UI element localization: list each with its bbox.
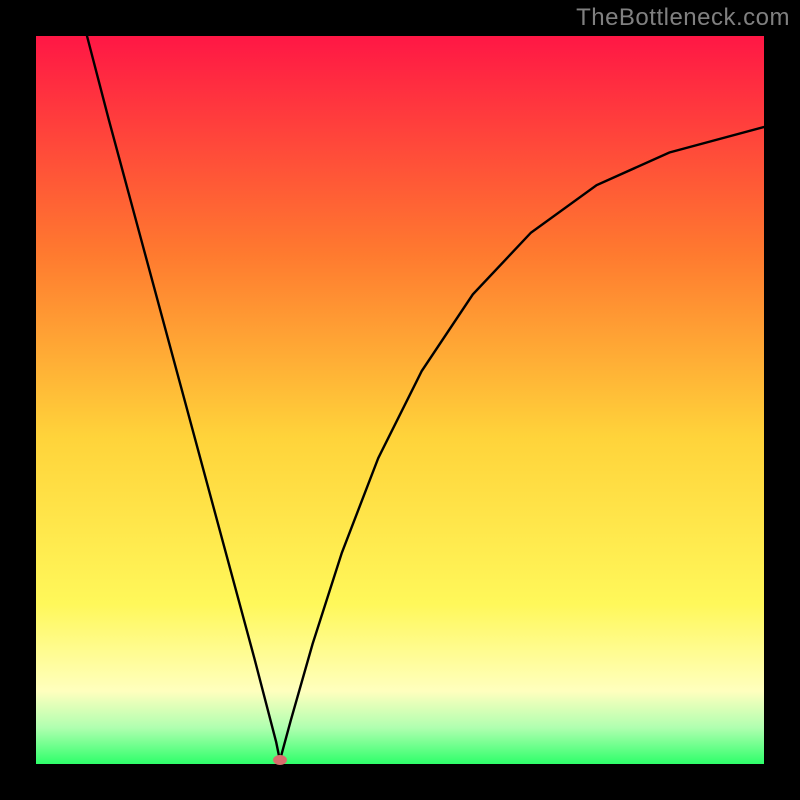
chart-frame: TheBottleneck.com (0, 0, 800, 800)
min-point-marker (273, 755, 287, 765)
curve-layer (36, 36, 764, 764)
bottleneck-curve (87, 36, 764, 760)
watermark-text: TheBottleneck.com (576, 4, 790, 32)
